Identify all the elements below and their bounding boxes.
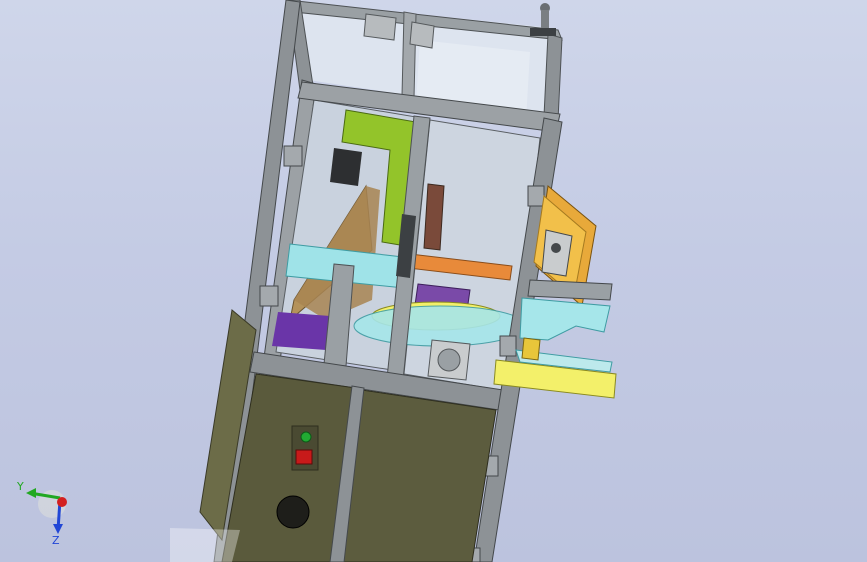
floor-shadow: [170, 528, 240, 562]
axis-triad-icon: Y Z: [16, 480, 67, 547]
grey-rail-out: [527, 279, 613, 301]
triad-y-arrow: [26, 488, 36, 498]
corner-bracket: [259, 285, 279, 307]
top-light-base: [530, 28, 556, 36]
top-bracket-2: [409, 21, 435, 49]
gripper-assembly: [423, 183, 445, 251]
top-light-stand: [541, 10, 549, 30]
corner-bracket: [499, 335, 517, 357]
cyan-chute: [519, 297, 611, 341]
triad-y-label: Y: [16, 480, 24, 493]
top-bracket: [363, 13, 397, 41]
cable-port-icon: [276, 495, 310, 529]
origin-sphere-icon: [57, 497, 67, 507]
triad-z-label: Z: [52, 534, 60, 547]
machine-model-3d[interactable]: Y Z: [0, 0, 867, 562]
fan-icon: [437, 348, 461, 372]
motor-block: [330, 148, 362, 186]
corner-bracket: [283, 145, 303, 167]
indicator-lamp-icon[interactable]: [300, 431, 312, 443]
corner-bracket: [527, 185, 545, 207]
cabinet-right-door: [341, 389, 497, 562]
emergency-stop-icon[interactable]: [295, 449, 313, 465]
triad-z-arrow: [53, 524, 63, 534]
purple-base: [272, 312, 330, 350]
cad-viewport[interactable]: Y Z: [0, 0, 867, 562]
gripper-joint-icon: [551, 243, 561, 253]
robot-gripper: [541, 229, 573, 277]
yellow-stopper: [521, 337, 541, 361]
